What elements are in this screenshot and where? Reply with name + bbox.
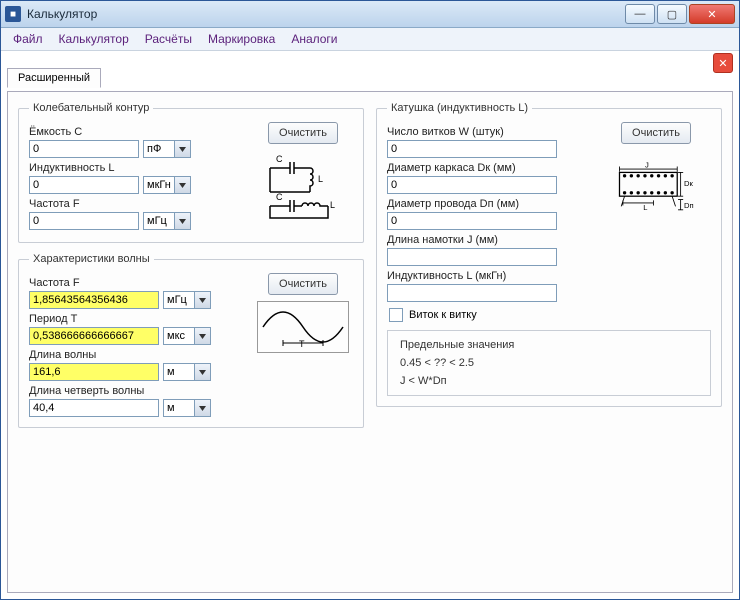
chevron-down-icon[interactable] xyxy=(194,400,210,416)
menu-calculator[interactable]: Калькулятор xyxy=(53,30,135,48)
maximize-button[interactable]: ▢ xyxy=(657,4,687,24)
inner-close-button[interactable]: ✕ xyxy=(713,53,733,73)
svg-text:T: T xyxy=(299,339,305,349)
wave-clear-button[interactable]: Очистить xyxy=(268,273,338,295)
limits-group: Предельные значения 0.45 < ?? < 2.5 J < … xyxy=(387,330,711,396)
oscillator-group: Колебательный контур Ёмкость C Индуктивн… xyxy=(18,102,364,243)
wave-freq-label: Частота F xyxy=(29,277,245,289)
right-column: Катушка (индуктивность L) Число витков W… xyxy=(376,102,722,582)
chevron-down-icon[interactable] xyxy=(194,364,210,380)
svg-text:C: C xyxy=(276,192,283,202)
chevron-down-icon[interactable] xyxy=(194,292,210,308)
capacitance-label: Ёмкость C xyxy=(29,126,245,138)
wave-quarter-label: Длина четверть волны xyxy=(29,385,245,397)
chevron-down-icon[interactable] xyxy=(174,177,190,193)
wave-period-label: Период T xyxy=(29,313,245,325)
wave-freq-input[interactable] xyxy=(29,291,159,309)
wave-length-input[interactable] xyxy=(29,363,159,381)
inductance-input[interactable] xyxy=(29,176,139,194)
wave-legend: Характеристики волны xyxy=(29,253,154,265)
inductance-label: Индуктивность L xyxy=(29,162,245,174)
content-panel: Колебательный контур Ёмкость C Индуктивн… xyxy=(7,91,733,593)
limit-2: J < W*Dп xyxy=(400,375,698,387)
menu-analogs[interactable]: Аналоги xyxy=(285,30,343,48)
winding-length-label: Длина намотки J (мм) xyxy=(387,234,593,246)
wave-quarter-input[interactable] xyxy=(29,399,159,417)
frequency-input[interactable] xyxy=(29,212,139,230)
oscillator-clear-button[interactable]: Очистить xyxy=(268,122,338,144)
coil-clear-button[interactable]: Очистить xyxy=(621,122,691,144)
app-window: ■ Калькулятор — ▢ ✕ Файл Калькулятор Рас… xyxy=(0,0,740,600)
oscillator-legend: Колебательный контур xyxy=(29,102,153,114)
checkbox-box-icon xyxy=(389,308,403,322)
left-column: Колебательный контур Ёмкость C Индуктивн… xyxy=(18,102,364,582)
winding-length-input[interactable] xyxy=(387,248,557,266)
svg-text:L: L xyxy=(318,174,323,184)
menu-compute[interactable]: Расчёты xyxy=(139,30,198,48)
chevron-down-icon[interactable] xyxy=(174,213,190,229)
capacitance-input[interactable] xyxy=(29,140,139,158)
sine-wave-diagram: T xyxy=(257,301,349,353)
minimize-button[interactable]: — xyxy=(625,4,655,24)
svg-text:Dп: Dп xyxy=(684,201,694,210)
close-button[interactable]: ✕ xyxy=(689,4,735,24)
wave-period-input[interactable] xyxy=(29,327,159,345)
turn-to-turn-label: Виток к витку xyxy=(409,309,477,321)
tab-extended[interactable]: Расширенный xyxy=(7,68,101,88)
coil-group: Катушка (индуктивность L) Число витков W… xyxy=(376,102,722,407)
turn-to-turn-checkbox[interactable]: Виток к витку xyxy=(389,308,711,322)
diameter-core-label: Диаметр каркаса Dк (мм) xyxy=(387,162,593,174)
window-controls: — ▢ ✕ xyxy=(625,4,735,24)
diameter-core-input[interactable] xyxy=(387,176,557,194)
titlebar: ■ Калькулятор — ▢ ✕ xyxy=(1,1,739,28)
app-icon: ■ xyxy=(5,6,21,22)
turns-label: Число витков W (штук) xyxy=(387,126,593,138)
coil-inductance-input[interactable] xyxy=(387,284,557,302)
wave-length-label: Длина волны xyxy=(29,349,245,361)
svg-text:Dк: Dк xyxy=(684,179,694,188)
menu-marking[interactable]: Маркировка xyxy=(202,30,281,48)
window-title: Калькулятор xyxy=(27,7,625,21)
chevron-down-icon[interactable] xyxy=(194,328,210,344)
chevron-down-icon[interactable] xyxy=(174,141,190,157)
turns-input[interactable] xyxy=(387,140,557,158)
svg-text:C: C xyxy=(276,154,283,164)
svg-text:L: L xyxy=(643,203,647,212)
coil-diagram: J Dк L Dп xyxy=(610,150,702,222)
limits-header: Предельные значения xyxy=(400,339,698,351)
tab-strip: Расширенный xyxy=(7,71,101,83)
frequency-label: Частота F xyxy=(29,198,245,210)
svg-text:L: L xyxy=(330,200,335,210)
lc-circuit-diagram: C L C L xyxy=(257,150,349,232)
diameter-wire-label: Диаметр провода Dп (мм) xyxy=(387,198,593,210)
svg-text:J: J xyxy=(645,160,649,169)
wave-group: Характеристики волны Частота F Период T xyxy=(18,253,364,428)
coil-legend: Катушка (индуктивность L) xyxy=(387,102,532,114)
menu-file[interactable]: Файл xyxy=(7,30,49,48)
diameter-wire-input[interactable] xyxy=(387,212,557,230)
menubar: Файл Калькулятор Расчёты Маркировка Анал… xyxy=(1,28,739,51)
limit-1: 0.45 < ?? < 2.5 xyxy=(400,357,698,369)
coil-inductance-label: Индуктивность L (мкГн) xyxy=(387,270,593,282)
